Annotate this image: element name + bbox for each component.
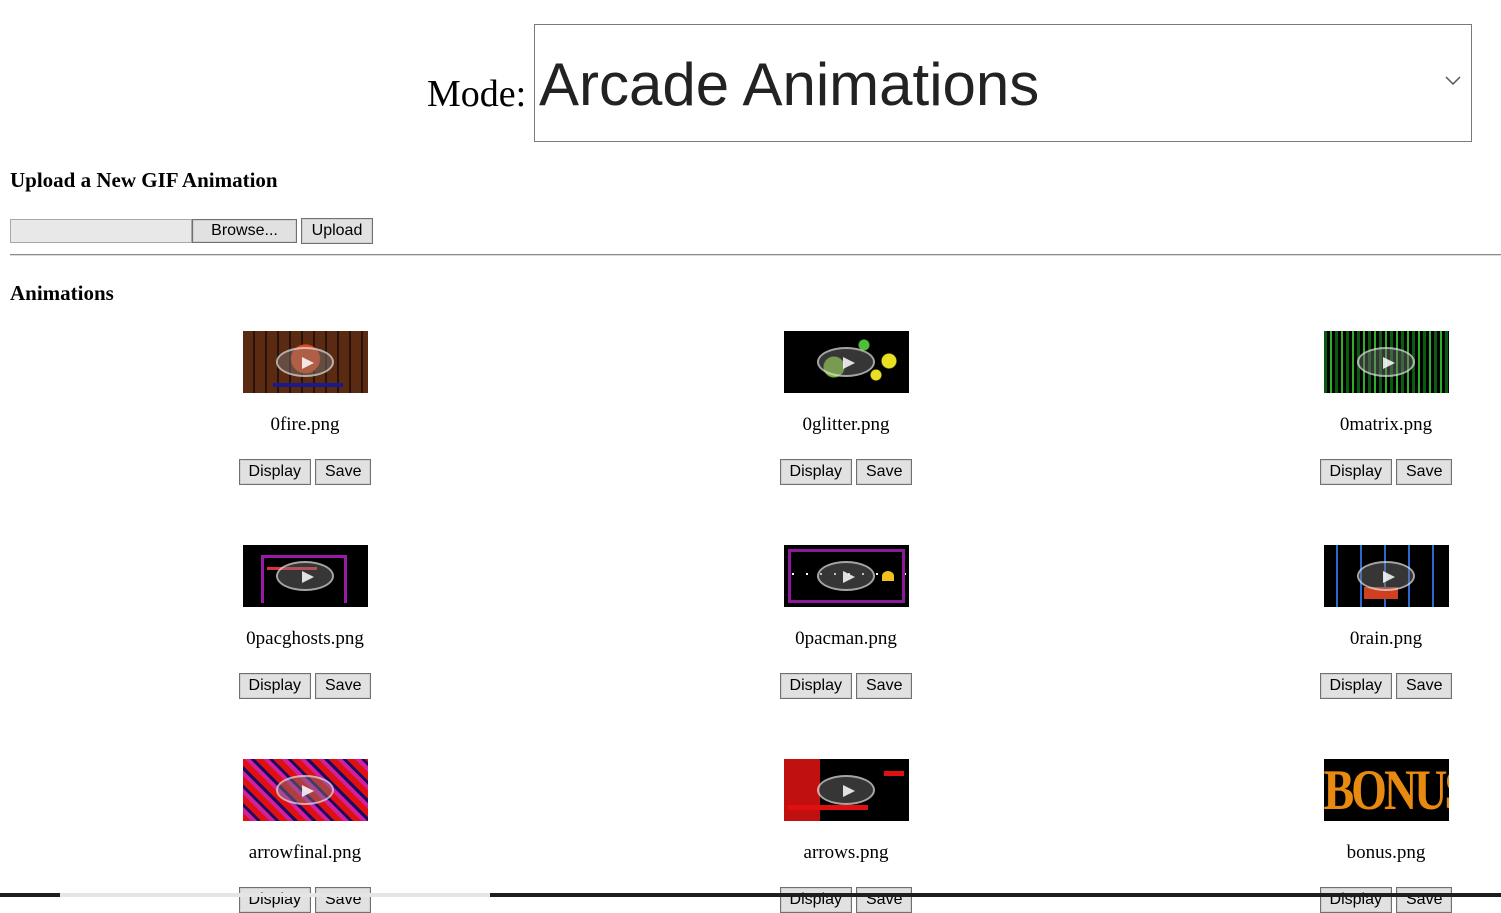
- display-button[interactable]: Display: [238, 459, 311, 485]
- thumbnail-pacghosts[interactable]: [242, 545, 368, 607]
- animation-filename: 0matrix.png: [1339, 414, 1433, 435]
- save-button[interactable]: Save: [315, 887, 372, 913]
- animation-card: BONUS bonus.png Display Save: [1296, 759, 1476, 913]
- save-button[interactable]: Save: [856, 673, 913, 699]
- save-button[interactable]: Save: [1396, 459, 1453, 485]
- display-button[interactable]: Display: [779, 459, 852, 485]
- mode-label: Mode:: [427, 73, 527, 115]
- thumbnail-glitter[interactable]: [783, 331, 909, 393]
- save-button[interactable]: Save: [315, 673, 372, 699]
- save-button[interactable]: Save: [315, 459, 372, 485]
- play-icon: [817, 347, 875, 377]
- thumbnail-arrows[interactable]: [783, 759, 909, 821]
- animation-card: arrows.png Display Save: [756, 759, 936, 913]
- mode-row: Mode: Arcade Animations: [0, 24, 1501, 144]
- display-button[interactable]: Display: [238, 887, 311, 913]
- animation-filename: 0fire.png: [270, 414, 340, 435]
- play-icon: [276, 775, 334, 805]
- display-button[interactable]: Display: [238, 673, 311, 699]
- animation-card: 0matrix.png Display Save: [1296, 331, 1476, 485]
- mode-selected-value: Arcade Animations: [539, 51, 1040, 118]
- animation-filename: arrowfinal.png: [248, 842, 362, 863]
- chevron-down-icon: [1445, 76, 1461, 85]
- animation-filename: 0rain.png: [1349, 628, 1423, 649]
- upload-button[interactable]: Upload: [301, 218, 373, 244]
- animation-card: 0rain.png Display Save: [1296, 545, 1476, 699]
- thumbnail-rain[interactable]: [1323, 545, 1449, 607]
- thumbnail-fire[interactable]: [242, 331, 368, 393]
- thumbnail-matrix[interactable]: [1323, 331, 1449, 393]
- save-button[interactable]: Save: [856, 459, 913, 485]
- animation-filename: 0pacghosts.png: [246, 628, 364, 649]
- thumbnail-pacman[interactable]: [783, 545, 909, 607]
- upload-heading: Upload a New GIF Animation: [10, 168, 278, 192]
- save-button[interactable]: Save: [856, 887, 913, 913]
- display-button[interactable]: Display: [1319, 673, 1392, 699]
- play-icon: [817, 775, 875, 805]
- save-button[interactable]: Save: [1396, 673, 1453, 699]
- scrollbar-thumb[interactable]: [60, 893, 490, 897]
- play-icon: [1357, 561, 1415, 591]
- file-path-field[interactable]: [10, 219, 192, 243]
- display-button[interactable]: Display: [1319, 887, 1392, 913]
- display-button[interactable]: Display: [779, 673, 852, 699]
- animation-filename: bonus.png: [1346, 842, 1426, 863]
- play-icon: [1357, 347, 1415, 377]
- thumbnail-arrowfinal[interactable]: [242, 759, 368, 821]
- save-button[interactable]: Save: [1396, 887, 1453, 913]
- bonus-text: BONUS: [1323, 759, 1449, 821]
- display-button[interactable]: Display: [779, 887, 852, 913]
- browse-button[interactable]: Browse...: [192, 219, 297, 243]
- animation-card: 0glitter.png Display Save: [756, 331, 936, 485]
- animation-card: arrowfinal.png Display Save: [215, 759, 395, 913]
- play-icon: [817, 561, 875, 591]
- animation-filename: arrows.png: [803, 842, 889, 863]
- animation-card: 0pacman.png Display Save: [756, 545, 936, 699]
- play-icon: [276, 561, 334, 591]
- play-icon: [276, 347, 334, 377]
- animation-filename: 0pacman.png: [795, 628, 897, 649]
- mode-select[interactable]: Arcade Animations: [534, 24, 1472, 142]
- file-input[interactable]: Browse...: [10, 219, 297, 243]
- thumbnail-bonus[interactable]: BONUS: [1323, 759, 1449, 821]
- animation-card: 0fire.png Display Save: [215, 331, 395, 485]
- display-button[interactable]: Display: [1319, 459, 1392, 485]
- animation-filename: 0glitter.png: [802, 414, 890, 435]
- animations-heading: Animations: [10, 281, 114, 305]
- divider: [10, 254, 1501, 256]
- animation-card: 0pacghosts.png Display Save: [215, 545, 395, 699]
